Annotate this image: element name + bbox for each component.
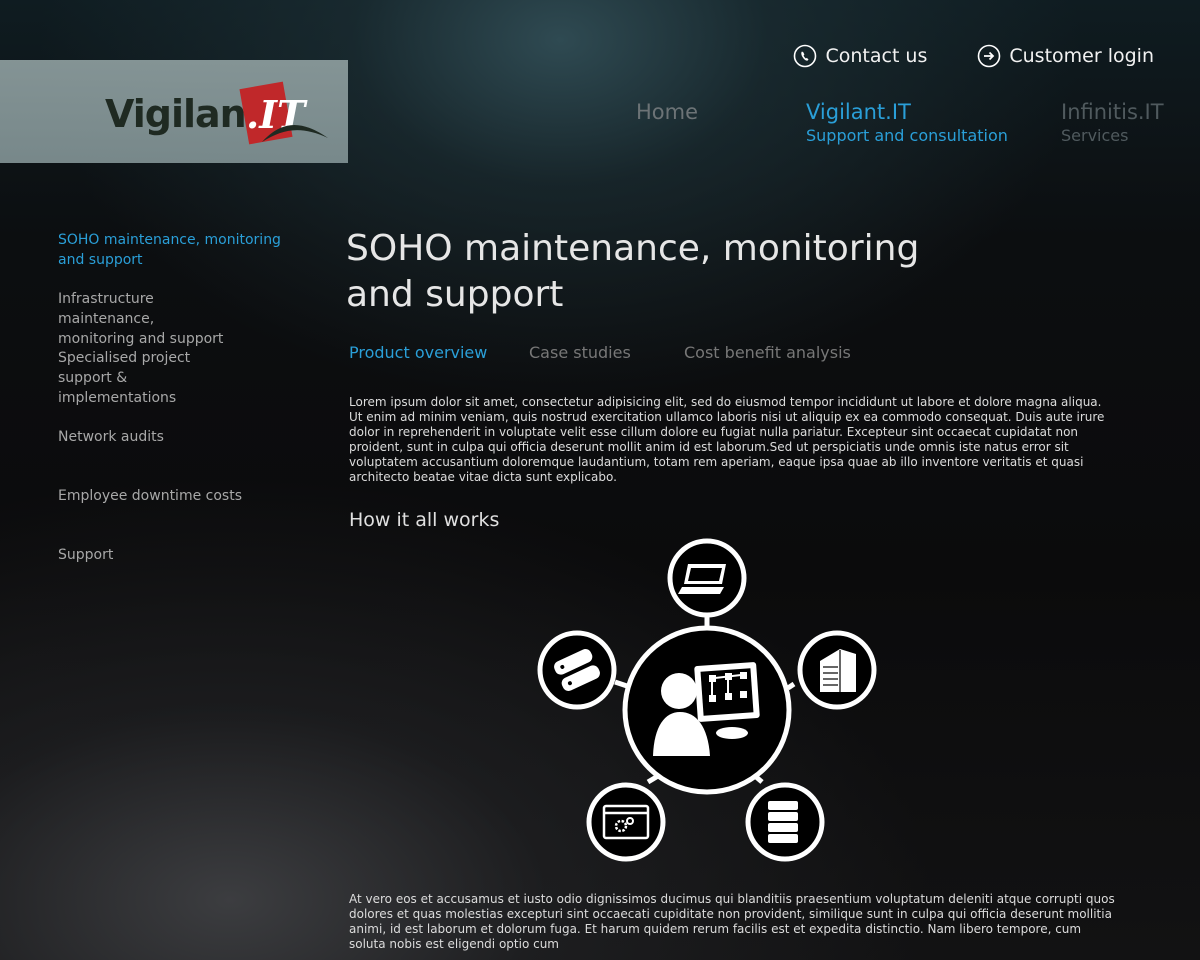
sidebar-item-support[interactable]: Support (58, 545, 288, 565)
phone-icon (794, 44, 817, 68)
laptop-icon (667, 538, 747, 618)
how-it-works-heading: How it all works (349, 509, 500, 531)
tab-case-studies[interactable]: Case studies (529, 343, 631, 362)
user-monitor-icon (622, 625, 792, 795)
tab-product-overview[interactable]: Product overview (349, 343, 487, 362)
outro-paragraph: At vero eos et accusamus et iusto odio d… (349, 892, 1115, 951)
arrow-right-circle-icon (978, 44, 1001, 68)
nav-item-infinitis[interactable]: Infinitis.IT Services (1061, 100, 1164, 145)
nav-item-infinitis-subtitle: Services (1061, 126, 1129, 145)
nav-item-vigilant-title: Vigilant.IT (806, 100, 911, 124)
customer-login-label: Customer login (1009, 45, 1154, 67)
database-icon (745, 782, 825, 862)
office-building-icon (797, 630, 877, 710)
servers-icon (537, 630, 617, 710)
settings-window-icon (586, 782, 666, 862)
customer-login-link[interactable]: Customer login (977, 44, 1154, 68)
tab-cost-benefit-analysis[interactable]: Cost benefit analysis (684, 343, 851, 362)
nav-item-infinitis-title: Infinitis.IT (1061, 100, 1164, 124)
sidebar-item-specialised-projects[interactable]: Specialised project support & implementa… (58, 348, 233, 408)
sidebar-item-network-audits[interactable]: Network audits (58, 427, 288, 447)
nav-item-vigilant[interactable]: Vigilant.IT Support and consultation (806, 100, 1008, 145)
how-it-works-diagram (537, 538, 877, 862)
page-title: SOHO maintenance, monitoring and support (346, 228, 920, 315)
top-links: Contact us Customer login (793, 44, 1154, 68)
contact-us-link[interactable]: Contact us (793, 44, 927, 68)
sidebar-item-downtime-costs[interactable]: Employee downtime costs (58, 486, 288, 506)
contact-us-label: Contact us (825, 45, 928, 67)
logo-mark-icon: .IT (239, 81, 328, 145)
intro-paragraph: Lorem ipsum dolor sit amet, consectetur … (349, 395, 1105, 484)
sidebar-item-soho[interactable]: SOHO maintenance, monitoring and support (58, 230, 288, 270)
nav-item-vigilant-subtitle: Support and consultation (806, 126, 1008, 145)
nav-item-home[interactable]: Home (636, 100, 698, 124)
nav-item-home-title: Home (636, 100, 699, 124)
sidebar-item-infrastructure[interactable]: Infrastructure maintenance, monitoring a… (58, 289, 233, 349)
